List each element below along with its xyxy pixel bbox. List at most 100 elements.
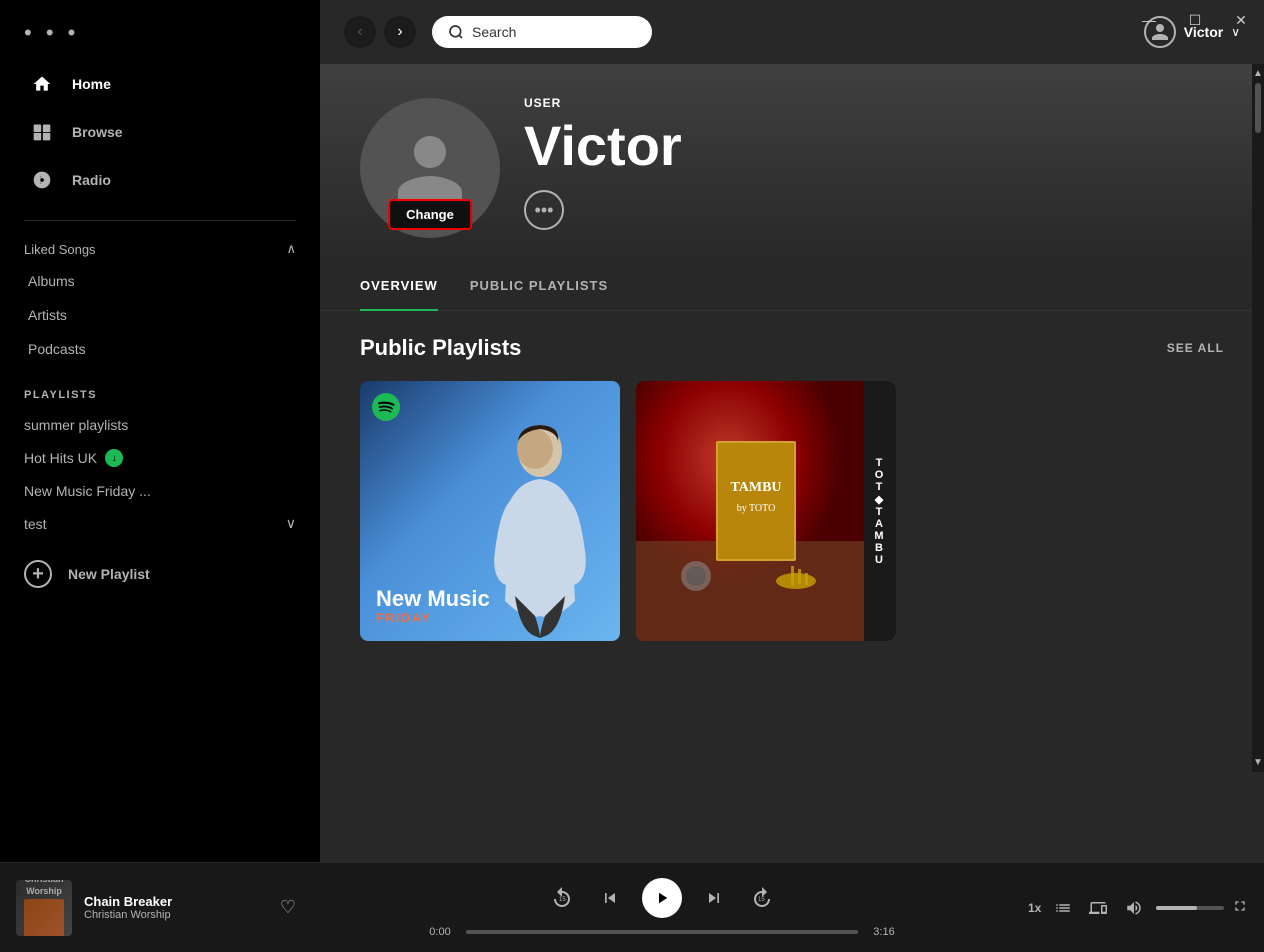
playlist-item-summer[interactable]: summer playlists	[0, 409, 320, 441]
maximize-button[interactable]: ☐	[1172, 0, 1218, 40]
like-button[interactable]: ♡	[280, 897, 296, 918]
library-item-podcasts[interactable]: Podcasts	[24, 333, 296, 365]
sidebar-item-home[interactable]: Home	[24, 62, 296, 106]
speed-button[interactable]: 1x	[1028, 901, 1041, 915]
nmf-title: New Music	[376, 587, 490, 611]
track-artist: Christian Worship	[84, 909, 268, 921]
library-item-artists[interactable]: Artists	[24, 299, 296, 331]
tabs-section: OVERVIEW PUBLIC PLAYLISTS	[320, 262, 1264, 311]
sidebar-nav: Home Browse Radio	[24, 62, 296, 202]
plus-icon: +	[24, 560, 52, 588]
scrollbar-thumb[interactable]	[1255, 83, 1261, 133]
previous-button[interactable]	[594, 882, 626, 914]
summer-playlists-label: summer playlists	[24, 417, 128, 433]
track-thumb-text: ChristianWorship	[22, 880, 66, 936]
toto-book-art: TAMBU by TOTO	[636, 381, 864, 641]
window-controls: — ☐ ✕	[1126, 0, 1264, 40]
playlists-grid: New Music FRIDAY	[360, 381, 1224, 641]
profile-avatar-container: Change	[360, 98, 500, 238]
scrollbar-down-button[interactable]: ▼	[1253, 757, 1263, 768]
track-thumbnail: ChristianWorship	[16, 880, 72, 936]
play-pause-button[interactable]	[642, 878, 682, 918]
nav-arrows: ‹ ›	[344, 16, 416, 48]
bottom-player: ChristianWorship Chain Breaker Christian…	[0, 862, 1264, 952]
forward-button[interactable]: ›	[384, 16, 416, 48]
library-item-albums[interactable]: Albums	[24, 265, 296, 297]
nmf-label: New Music Friday ...	[24, 483, 151, 499]
right-scrollbar-track: ▲ ▼	[1252, 64, 1264, 772]
toto-vertical-text: T O T ◆ T A M B U	[864, 381, 896, 641]
artists-label: Artists	[28, 307, 67, 323]
more-options-button[interactable]: •••	[524, 190, 564, 230]
svg-text:by TOTO: by TOTO	[737, 503, 776, 514]
progress-bar[interactable]	[466, 930, 858, 934]
woman-figure-icon	[480, 421, 600, 641]
track-text: Chain Breaker Christian Worship	[84, 894, 268, 921]
track-name: Chain Breaker	[84, 894, 268, 909]
playlist-item-test[interactable]: test ∨	[0, 507, 320, 540]
toto-text-b: B	[875, 542, 885, 554]
volume-fill	[1156, 906, 1197, 910]
radio-icon	[28, 166, 56, 194]
playlist-item-hot-hits[interactable]: Hot Hits UK ↓	[0, 441, 320, 475]
toto-dot: ◆	[875, 493, 885, 506]
skip-back-15-button[interactable]: 15	[546, 882, 578, 914]
toto-text-u: U	[875, 554, 885, 566]
next-button[interactable]	[698, 882, 730, 914]
svg-text:15: 15	[758, 897, 765, 903]
topbar: ‹ › Search Victor ∨	[320, 0, 1264, 64]
chevron-down-icon: ∨	[286, 515, 296, 532]
search-text: Search	[472, 24, 516, 40]
playlist-card-nmf[interactable]: New Music FRIDAY	[360, 381, 620, 641]
sidebar-scroll-area: Liked Songs ∧ Albums Artists Podcasts	[0, 212, 320, 862]
browse-label: Browse	[72, 124, 123, 140]
sidebar: • • • Home Browse	[0, 0, 320, 862]
playlists-label: PLAYLISTS	[0, 373, 320, 409]
svg-text:TAMBU: TAMBU	[730, 480, 781, 495]
scrollbar-up-button[interactable]: ▲	[1253, 68, 1263, 79]
change-photo-button[interactable]: Change	[388, 199, 472, 230]
top-area: • • • Home Browse	[0, 0, 1264, 862]
playlist-item-nmf[interactable]: New Music Friday ...	[0, 475, 320, 507]
nmf-card-visual: New Music FRIDAY	[360, 381, 620, 641]
search-icon	[448, 24, 464, 40]
minimize-button[interactable]: —	[1126, 0, 1172, 40]
close-button[interactable]: ✕	[1218, 0, 1264, 40]
track-info: ChristianWorship Chain Breaker Christian…	[16, 880, 296, 936]
hot-hits-label: Hot Hits UK	[24, 450, 97, 466]
library-collapse-icon[interactable]: ∧	[286, 241, 296, 257]
nmf-subtitle: FRIDAY	[376, 611, 490, 625]
sidebar-menu-dots[interactable]: • • •	[24, 20, 296, 46]
profile-info: USER Victor •••	[524, 96, 1224, 238]
sidebar-item-radio[interactable]: Radio	[24, 158, 296, 202]
browse-icon	[28, 118, 56, 146]
sidebar-top: • • • Home Browse	[0, 0, 320, 212]
volume-bar[interactable]	[1156, 906, 1224, 910]
new-playlist-label: New Playlist	[68, 566, 150, 582]
player-controls: 15 15 0:00 3:16	[296, 878, 1028, 938]
profile-name: Victor	[524, 118, 1224, 174]
toto-text-t1: T	[876, 457, 885, 469]
devices-button[interactable]	[1085, 892, 1112, 924]
toto-text-t2: T	[876, 481, 885, 493]
volume-button[interactable]	[1120, 892, 1147, 924]
library-header: Liked Songs ∧	[24, 237, 296, 257]
public-playlists-header: Public Playlists SEE ALL	[360, 335, 1224, 361]
playlist-card-toto[interactable]: TAMBU by TOTO T O	[636, 381, 896, 641]
see-all-button[interactable]: SEE ALL	[1167, 341, 1224, 355]
albums-label: Albums	[28, 273, 75, 289]
fullscreen-button[interactable]	[1232, 898, 1248, 917]
back-button[interactable]: ‹	[344, 16, 376, 48]
search-bar[interactable]: Search	[432, 16, 652, 48]
profile-section: Change USER Victor •••	[320, 64, 1264, 262]
tab-overview[interactable]: OVERVIEW	[360, 262, 438, 311]
control-buttons: 15 15	[546, 878, 778, 918]
podcasts-label: Podcasts	[28, 341, 86, 357]
avatar-person-icon	[390, 128, 470, 208]
new-playlist-button[interactable]: + New Playlist	[0, 548, 320, 600]
skip-forward-15-button[interactable]: 15	[746, 882, 778, 914]
queue-button[interactable]	[1049, 892, 1076, 924]
tab-public-playlists[interactable]: PUBLIC PLAYLISTS	[470, 262, 608, 311]
sidebar-item-browse[interactable]: Browse	[24, 110, 296, 154]
current-time: 0:00	[422, 926, 458, 938]
